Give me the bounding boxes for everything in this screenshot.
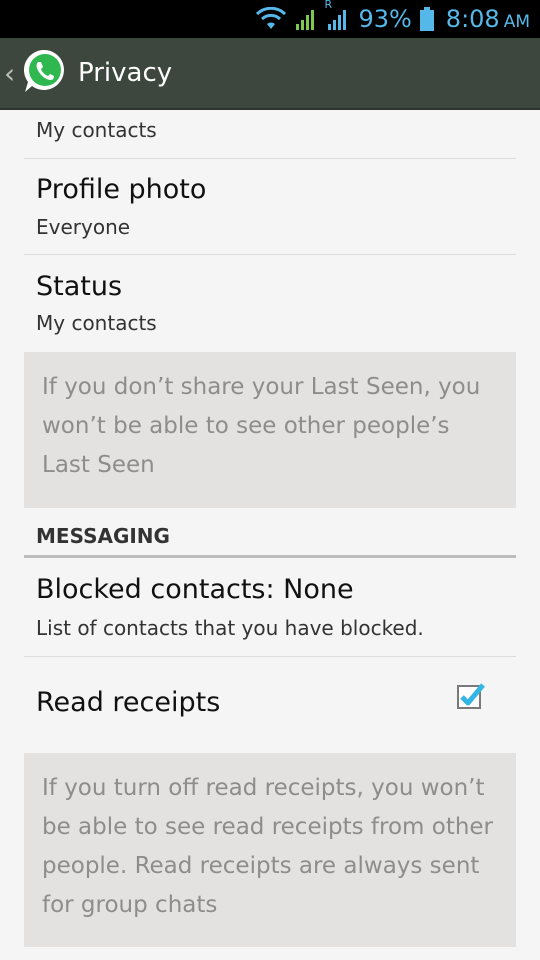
roaming-signal-icon: R	[324, 0, 350, 32]
clock-time: 8:08	[445, 5, 500, 33]
info-line: be able to see read receipts from other	[42, 814, 494, 840]
info-line: people. Read receipts are always sent	[42, 853, 480, 879]
info-line: Last Seen	[42, 452, 155, 478]
blocked-contacts-row[interactable]: Blocked contacts: None List of contacts …	[24, 558, 516, 657]
status-bar: R 93% 8:08 AM	[0, 0, 540, 38]
read-receipts-checkbox[interactable]	[456, 681, 485, 709]
last-seen-row[interactable]: My contacts	[24, 110, 516, 159]
status-value: My contacts	[36, 311, 157, 335]
blocked-contacts-title: Blocked contacts: None	[36, 574, 354, 605]
read-receipts-row[interactable]: Read receipts	[24, 657, 516, 753]
read-receipts-title: Read receipts	[36, 687, 221, 718]
back-caret-icon[interactable]: ‹	[4, 57, 18, 90]
status-title: Status	[36, 271, 123, 302]
messaging-section-header: MESSAGING	[24, 512, 516, 558]
battery-percentage: 93%	[358, 5, 412, 33]
whatsapp-logo-icon[interactable]	[20, 46, 70, 100]
info-line: for group chats	[42, 892, 218, 918]
profile-photo-title: Profile photo	[36, 174, 207, 205]
page-title: Privacy	[78, 58, 173, 88]
wifi-icon	[256, 7, 287, 31]
blocked-contacts-subtitle: List of contacts that you have blocked.	[36, 616, 424, 640]
info-line: If you don’t share your Last Seen, you	[42, 374, 481, 400]
profile-photo-row[interactable]: Profile photo Everyone	[24, 158, 516, 255]
last-seen-info-box: If you don’t share your Last Seen, you w…	[24, 352, 516, 508]
signal-strength-icon	[294, 6, 318, 32]
roaming-label: R	[324, 0, 333, 11]
battery-icon	[419, 7, 434, 31]
read-receipts-info-box: If you turn off read receipts, you won’t…	[24, 753, 516, 947]
action-bar: ‹ Privacy	[0, 38, 540, 110]
info-line: If you turn off read receipts, you won’t	[42, 775, 485, 801]
profile-photo-value: Everyone	[36, 215, 131, 239]
status-row[interactable]: Status My contacts	[24, 255, 516, 352]
clock-ampm: AM	[503, 11, 530, 32]
info-line: won’t be able to see other people’s	[42, 413, 450, 439]
section-header-label: MESSAGING	[36, 524, 170, 548]
last-seen-value: My contacts	[36, 118, 157, 142]
